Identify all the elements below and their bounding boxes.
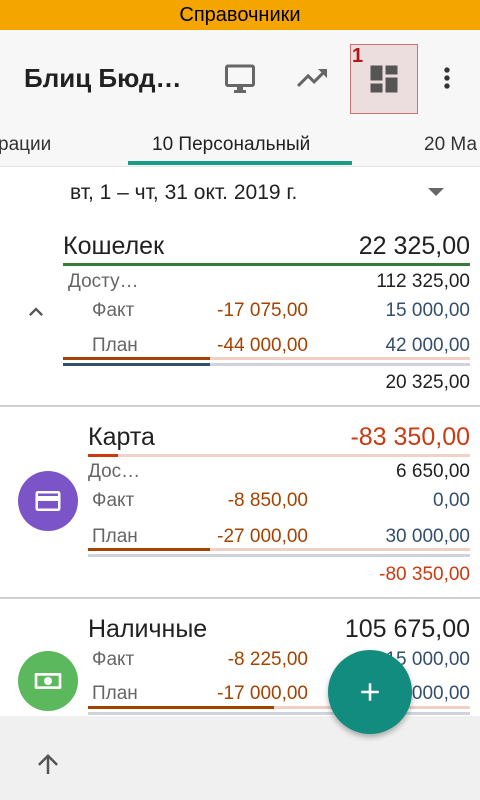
plan-income: 42 000,00: [385, 335, 470, 356]
account-total: -83 350,00: [350, 423, 470, 451]
trending-up-icon: [297, 69, 327, 87]
plan-income-bar: [63, 363, 210, 366]
dropdown-arrow-icon[interactable]: [428, 188, 444, 196]
account-total: 22 325,00: [358, 232, 470, 260]
available-value: 6 650,00: [396, 461, 470, 482]
available-label: Досту…: [68, 271, 139, 292]
tab-operations[interactable]: рации: [0, 134, 51, 156]
fact-expense: -8 850,00: [227, 490, 308, 511]
period-selector[interactable]: вт, 1 – чт, 31 окт. 2019 г.: [0, 166, 480, 218]
available-label: Дос…: [88, 461, 141, 482]
tab-bar: рации 10 Персональный 20 Ма: [0, 120, 480, 166]
account-icon: [18, 651, 78, 711]
bottom-bar: [0, 716, 480, 800]
plan-label: План: [92, 683, 138, 704]
dashboard-button[interactable]: 1: [350, 44, 418, 114]
account-total-track: [118, 454, 470, 457]
fact-label: Факт: [92, 649, 135, 670]
period-label: вт, 1 – чт, 31 окт. 2019 г.: [70, 181, 298, 204]
collapse-button[interactable]: [22, 298, 50, 326]
arrow-up-icon: [38, 754, 58, 774]
dashboard-icon: [370, 65, 398, 93]
monitor-button[interactable]: [206, 44, 274, 112]
plan-income: 30 000,00: [385, 526, 470, 547]
account-name: Кошелек: [63, 232, 165, 260]
fact-expense: -17 075,00: [217, 300, 308, 321]
plan-income-track: [88, 712, 470, 715]
fact-income: 15 000,00: [385, 300, 470, 321]
fact-label: Факт: [92, 300, 135, 321]
account-total-bar: [88, 454, 118, 457]
more-vert-icon: [444, 67, 450, 89]
plan-expense: -44 000,00: [217, 335, 308, 356]
monitor-icon: [225, 64, 255, 93]
cash-icon: [34, 673, 62, 689]
plan-expense-track: [210, 548, 470, 551]
plan-expense-bar: [63, 357, 210, 360]
chevron-up-icon: [29, 307, 43, 316]
trend-button[interactable]: [278, 44, 346, 112]
credit-card-icon: [35, 491, 61, 511]
account-balance: -80 350,00: [379, 564, 470, 585]
plan-label: План: [92, 335, 138, 356]
plan-label: План: [92, 526, 138, 547]
plan-expense-track: [210, 357, 470, 360]
add-button[interactable]: [328, 650, 412, 734]
available-value: 112 325,00: [376, 271, 470, 292]
account-total-bar: [63, 263, 470, 266]
account-card-card[interactable]: Карта -83 350,00 Дос… 6 650,00 Факт -8 8…: [0, 407, 480, 597]
fact-income: 0,00: [433, 490, 470, 511]
plan-expense-bar: [88, 548, 210, 551]
plan-income-track: [210, 363, 470, 366]
status-bar-title: Справочники: [0, 0, 480, 30]
plan-expense: -27 000,00: [217, 526, 308, 547]
account-balance: 20 325,00: [385, 372, 470, 393]
plus-icon: [361, 683, 379, 701]
more-button[interactable]: [418, 44, 476, 112]
tab-next[interactable]: 20 Ма: [424, 134, 477, 156]
plan-expense-bar: [88, 706, 274, 709]
fact-expense: -8 225,00: [227, 649, 308, 670]
app-title: Блиц Бюд…: [24, 63, 182, 93]
plan-income-track: [88, 554, 470, 557]
account-icon: [18, 471, 78, 531]
scroll-up-button[interactable]: [24, 740, 72, 788]
account-card-wallet[interactable]: Кошелек 22 325,00 Досту… 112 325,00 Факт…: [0, 218, 480, 406]
account-name: Наличные: [88, 615, 208, 643]
dashboard-badge: 1: [352, 45, 364, 67]
account-name: Карта: [88, 423, 155, 451]
tab-indicator: [128, 161, 352, 165]
account-total: 105 675,00: [344, 615, 470, 643]
tab-personal[interactable]: 10 Персональный: [152, 134, 310, 156]
plan-expense: -17 000,00: [217, 683, 308, 704]
fact-label: Факт: [92, 490, 135, 511]
app-bar: Блиц Бюд… 1: [0, 30, 480, 120]
